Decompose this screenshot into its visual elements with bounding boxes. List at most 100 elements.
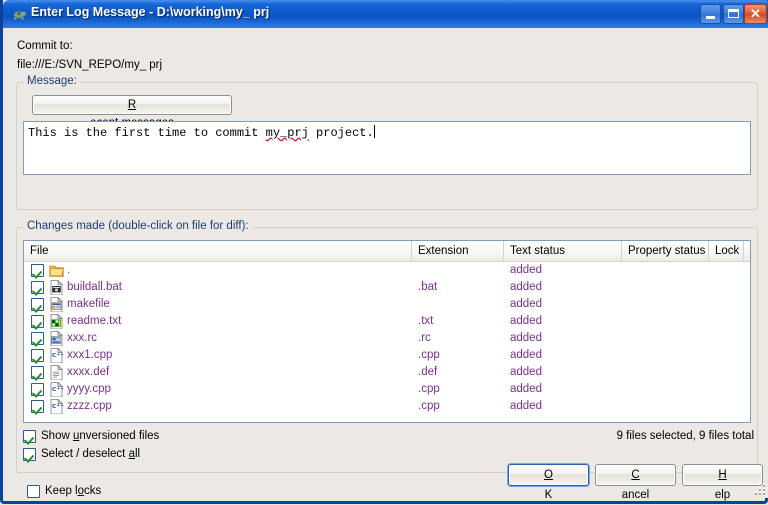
text-status: added bbox=[510, 383, 542, 395]
text-status: added bbox=[510, 281, 542, 293]
checkbox-box bbox=[23, 448, 36, 461]
svg-text:C: C bbox=[52, 387, 56, 393]
table-row[interactable]: C ++ xxx1.cpp .cpp added bbox=[24, 347, 750, 364]
text-status: added bbox=[510, 315, 542, 327]
def-file-icon bbox=[50, 365, 63, 380]
dialog-client-area: Commit to: file:///E:/SVN_REPO/my_ prj M… bbox=[6, 28, 768, 501]
svg-text:C: C bbox=[52, 353, 56, 359]
file-extension: .def bbox=[418, 366, 438, 378]
keep-pre: Keep l bbox=[45, 485, 78, 497]
checkbox-box bbox=[23, 430, 36, 443]
rc-file-icon bbox=[50, 331, 63, 346]
maximize-icon bbox=[728, 9, 739, 18]
table-row[interactable]: xxxx.def .def added bbox=[24, 364, 750, 381]
row-checkbox[interactable] bbox=[31, 332, 44, 345]
select-all-label: Select / deselect all bbox=[41, 447, 140, 462]
cpp-file-icon: C ++ bbox=[50, 382, 64, 397]
text-status: added bbox=[510, 332, 542, 344]
text-caret bbox=[373, 125, 375, 138]
file-extension: .rc bbox=[418, 332, 431, 344]
msg-part-after: project. bbox=[308, 126, 374, 140]
column-header-property-status[interactable]: Property status bbox=[622, 241, 709, 261]
folder-icon bbox=[49, 265, 64, 277]
file-name: . bbox=[67, 264, 71, 276]
ok-button[interactable]: OK bbox=[508, 464, 589, 501]
row-checkbox[interactable] bbox=[31, 349, 44, 362]
table-row[interactable]: xxx.rc .rc added bbox=[24, 330, 750, 347]
keep-post: cks bbox=[84, 485, 102, 497]
close-button[interactable]: ✕ bbox=[744, 4, 767, 24]
svg-text:C: C bbox=[52, 404, 56, 410]
svg-text:++: ++ bbox=[57, 352, 64, 358]
unv-pre: Show bbox=[41, 430, 73, 442]
resize-grip[interactable] bbox=[752, 482, 765, 495]
ok-accel: O bbox=[544, 469, 553, 481]
msg-part-before: This is the first time to commit bbox=[28, 126, 266, 140]
row-checkbox[interactable] bbox=[31, 366, 44, 379]
file-extension: .txt bbox=[418, 315, 434, 327]
file-extension: .bat bbox=[418, 281, 438, 293]
table-row[interactable]: C ++ zzzz.cpp .cpp added bbox=[24, 398, 750, 415]
file-list[interactable]: File Extension Text status Property status L… bbox=[23, 240, 751, 423]
text-status: added bbox=[510, 298, 542, 310]
text-status: added bbox=[510, 349, 542, 361]
row-checkbox[interactable] bbox=[31, 315, 44, 328]
column-header-file[interactable]: File bbox=[24, 241, 412, 261]
txt-file-icon bbox=[50, 314, 63, 329]
changes-group-label: Changes made (double-click on file for d… bbox=[24, 220, 252, 232]
text-status: added bbox=[510, 264, 542, 276]
file-extension: .cpp bbox=[418, 400, 440, 412]
table-row[interactable]: C ++ yyyy.cpp .cpp added bbox=[24, 381, 750, 398]
help-post: elp bbox=[714, 489, 731, 501]
ok-post: K bbox=[544, 489, 553, 501]
table-row[interactable]: makefile added bbox=[24, 296, 750, 313]
msg-misspelled-word: my_prj bbox=[265, 126, 309, 140]
table-row[interactable]: . added bbox=[24, 262, 750, 279]
row-checkbox[interactable] bbox=[31, 383, 44, 396]
cancel-button[interactable]: Cancel bbox=[595, 464, 676, 501]
all-pre: Select / deselect bbox=[41, 448, 129, 460]
message-group-label: Message: bbox=[24, 75, 80, 87]
make-file-icon bbox=[50, 297, 63, 312]
file-name: xxx.rc bbox=[67, 332, 98, 344]
table-row[interactable]: buildall.bat .bat added bbox=[24, 279, 750, 296]
bat-file-icon bbox=[50, 280, 63, 295]
row-checkbox[interactable] bbox=[31, 264, 44, 277]
file-name: xxxx.def bbox=[67, 366, 110, 378]
file-name: makefile bbox=[67, 298, 110, 310]
title-bar[interactable]: Enter Log Message - D:\working\my_ prj ✕ bbox=[3, 0, 768, 28]
show-unversioned-label: Show unversioned files bbox=[41, 429, 159, 444]
log-message-textarea[interactable]: This is the first time to commit my_prj … bbox=[23, 121, 751, 175]
row-checkbox[interactable] bbox=[31, 298, 44, 311]
text-status: added bbox=[510, 400, 542, 412]
dialog-window: Enter Log Message - D:\working\my_ prj ✕… bbox=[0, 0, 768, 504]
table-row[interactable]: readme.txt .txt added bbox=[24, 313, 750, 330]
file-name: yyyy.cpp bbox=[67, 383, 111, 395]
svg-text:++: ++ bbox=[57, 403, 64, 409]
text-status: added bbox=[510, 366, 542, 378]
cancel-post: ancel bbox=[621, 489, 650, 501]
help-accel: H bbox=[718, 469, 727, 481]
help-button[interactable]: Help bbox=[682, 464, 763, 501]
cpp-file-icon: C ++ bbox=[50, 348, 64, 363]
cpp-file-icon: C ++ bbox=[50, 399, 64, 414]
minimize-icon bbox=[706, 16, 715, 19]
file-list-header: File Extension Text status Property status L… bbox=[24, 241, 750, 262]
file-extension: .cpp bbox=[418, 349, 440, 361]
row-checkbox[interactable] bbox=[31, 400, 44, 413]
column-header-lock[interactable]: Lock bbox=[709, 241, 744, 261]
unv-post: nversioned files bbox=[79, 430, 160, 442]
column-header-extension[interactable]: Extension bbox=[412, 241, 504, 261]
keep-locks-label: Keep locks bbox=[45, 484, 101, 499]
column-header-text-status[interactable]: Text status bbox=[504, 241, 622, 261]
commit-to-label: Commit to: bbox=[17, 40, 73, 52]
tortoise-icon bbox=[13, 11, 27, 20]
recent-messages-button[interactable]: Recent messages bbox=[32, 95, 232, 129]
cancel-accel: C bbox=[631, 469, 640, 481]
row-checkbox[interactable] bbox=[31, 281, 44, 294]
svg-text:++: ++ bbox=[57, 386, 64, 392]
recent-accel: R bbox=[127, 99, 137, 111]
minimize-button[interactable] bbox=[700, 4, 721, 24]
close-icon: ✕ bbox=[750, 6, 761, 21]
maximize-button[interactable] bbox=[723, 4, 744, 24]
